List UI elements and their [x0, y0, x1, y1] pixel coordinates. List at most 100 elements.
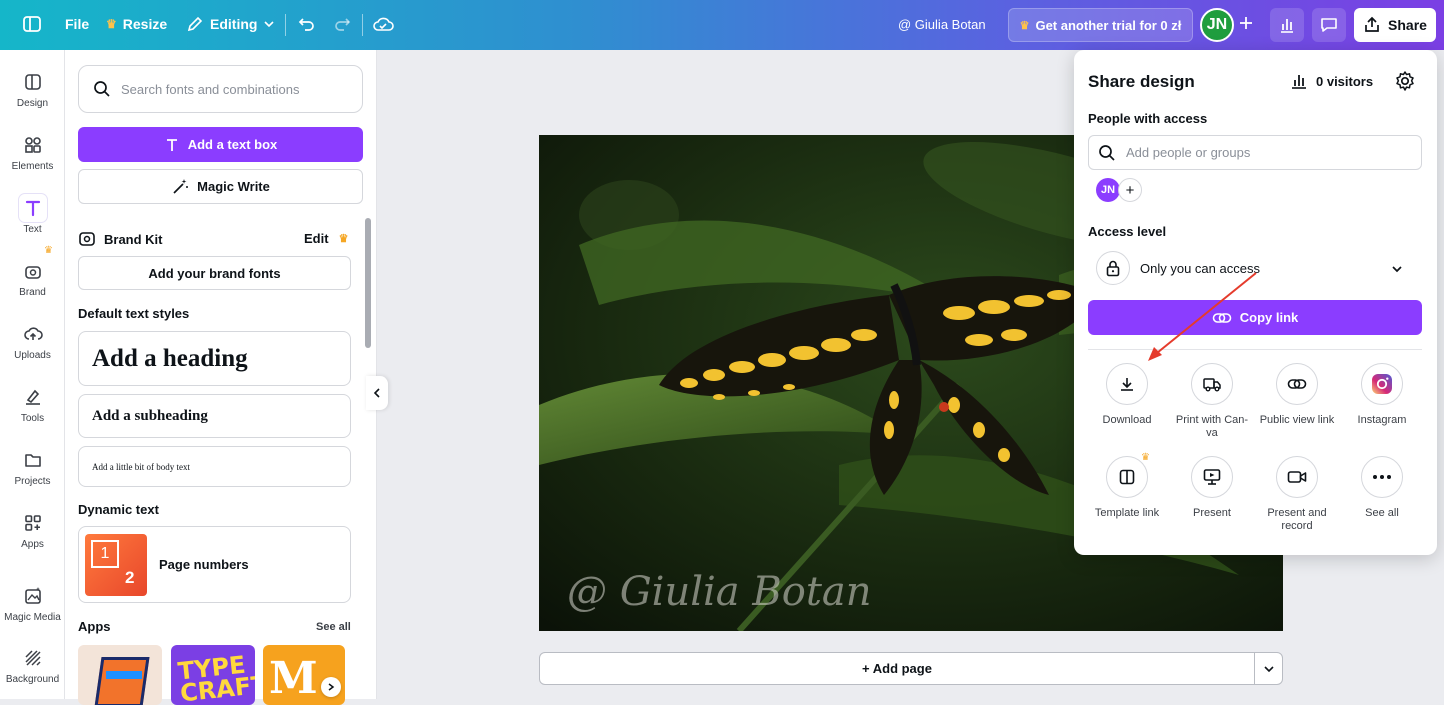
option-label: Instagram	[1357, 414, 1407, 426]
resize-button[interactable]: ♛ Resize	[106, 16, 167, 32]
option-label: Download	[1102, 414, 1152, 426]
crown-icon: ♛	[338, 233, 349, 245]
add-heading-button[interactable]: Add a heading	[78, 331, 351, 386]
page-numbers-button[interactable]: 1 2 Page numbers	[78, 526, 351, 603]
chevron-down-icon	[264, 21, 275, 28]
avatar[interactable]: JN	[1096, 178, 1120, 202]
add-subheading-button[interactable]: Add a subheading	[78, 394, 351, 438]
add-people-placeholder: Add people or groups	[1126, 145, 1251, 160]
rail-item-tools[interactable]: Tools	[0, 383, 65, 424]
cloud-saved-icon[interactable]	[372, 14, 394, 34]
text-panel: Search fonts and combinations Add a text…	[65, 50, 377, 705]
lock-icon	[1096, 251, 1130, 285]
rail-label: Elements	[11, 161, 54, 172]
chevron-down-icon	[1392, 266, 1402, 273]
chevron-right-icon[interactable]	[321, 677, 341, 697]
visitors-button[interactable]: 0 visitors	[1290, 72, 1373, 90]
search-icon	[1099, 144, 1115, 161]
visitors-label: 0 visitors	[1316, 73, 1374, 89]
default-styles-title: Default text styles	[78, 306, 190, 321]
public-view-link-option[interactable]: Public view link	[1255, 363, 1339, 427]
download-option[interactable]: Download	[1085, 363, 1169, 427]
background-pattern-icon	[19, 644, 47, 672]
get-trial-button[interactable]: ♛ Get another trial for 0 zł	[1008, 8, 1193, 42]
rail-item-brand[interactable]: ♛ Brand	[0, 245, 65, 298]
heading-label: Add a heading	[92, 344, 248, 372]
instagram-icon	[1361, 363, 1403, 405]
collapse-panel-button[interactable]	[366, 376, 388, 410]
pencil-icon	[187, 16, 203, 32]
print-option[interactable]: Print with Can- va	[1170, 363, 1254, 439]
search-input[interactable]: Search fonts and combinations	[78, 65, 363, 113]
add-body-text-button[interactable]: Add a little bit of body text	[78, 446, 351, 487]
panel-scrollbar[interactable]	[365, 218, 371, 348]
add-brand-fonts-label: Add your brand fonts	[148, 265, 281, 281]
add-person-icon[interactable]: +	[1118, 178, 1142, 202]
insights-button[interactable]	[1270, 8, 1304, 42]
add-page-button[interactable]: + Add page	[539, 652, 1255, 685]
see-all-option[interactable]: See all	[1340, 456, 1424, 520]
add-text-box-label: Add a text box	[187, 137, 278, 152]
search-icon	[94, 81, 110, 97]
text-icon	[166, 138, 177, 151]
undo-icon[interactable]	[297, 14, 317, 34]
file-label: File	[65, 16, 90, 32]
magic-media-icon	[19, 582, 47, 610]
option-label: Present	[1193, 507, 1231, 519]
present-option[interactable]: Present	[1170, 456, 1254, 520]
file-menu[interactable]: File	[65, 16, 89, 32]
watermark-text: @ Giulia Botan	[567, 569, 872, 615]
option-label: Public view link	[1259, 414, 1335, 426]
add-people-input[interactable]: Add people or groups	[1088, 135, 1422, 170]
app-thumbnail[interactable]: M	[263, 645, 345, 705]
magic-write-button[interactable]: Magic Write	[78, 169, 363, 204]
gear-icon[interactable]	[1394, 70, 1416, 97]
sidebar-toggle-icon[interactable]	[22, 14, 42, 34]
add-page-options-button[interactable]	[1254, 652, 1283, 685]
add-collaborator-icon[interactable]	[1238, 15, 1254, 31]
app-thumbnail[interactable]: TYPE CRAFT	[171, 645, 255, 705]
access-level-label: Access level	[1088, 224, 1167, 239]
layout-icon	[19, 68, 47, 96]
redo-icon[interactable]	[332, 14, 352, 34]
rail-label: Background	[5, 674, 60, 685]
rail-label: Brand	[19, 287, 46, 298]
editing-label: Editing	[210, 16, 258, 32]
rail-item-apps[interactable]: Apps	[0, 509, 65, 550]
rail-label: Uploads	[14, 350, 51, 361]
rail-item-design[interactable]: Design	[0, 68, 65, 109]
app-thumbnail[interactable]	[78, 645, 162, 705]
apps-see-all-link[interactable]: See all	[316, 621, 351, 633]
rail-item-uploads[interactable]: Uploads	[0, 320, 65, 361]
share-button[interactable]: Share	[1354, 8, 1436, 42]
rail-item-projects[interactable]: Projects	[0, 446, 65, 487]
comments-button[interactable]	[1312, 8, 1346, 42]
avatar[interactable]: JN	[1200, 8, 1234, 42]
present-icon	[1191, 456, 1233, 498]
rail-item-background[interactable]: Background	[0, 644, 65, 685]
add-text-box-button[interactable]: Add a text box	[78, 127, 363, 162]
editing-mode-dropdown[interactable]: Editing	[186, 15, 275, 33]
option-label: Template link	[1094, 507, 1160, 519]
template-icon: ♛	[1106, 452, 1150, 498]
crown-icon: ♛	[44, 245, 53, 256]
rail-item-magic-media[interactable]: Magic Media	[0, 582, 65, 623]
template-link-option[interactable]: ♛ Template link	[1085, 452, 1169, 520]
add-brand-fonts-button[interactable]: Add your brand fonts	[78, 256, 351, 290]
owner-label[interactable]: @ Giulia Botan	[898, 17, 986, 32]
instagram-option[interactable]: Instagram	[1340, 363, 1424, 427]
page-numbers-label: Page numbers	[159, 557, 249, 572]
upload-cloud-icon	[19, 320, 47, 348]
rail-item-elements[interactable]: Elements	[0, 131, 65, 172]
brand-kit-edit-button[interactable]: Edit ♛	[304, 231, 348, 246]
resize-label: Resize	[122, 16, 168, 32]
option-label: See all	[1365, 507, 1399, 519]
brand-kit-icon	[79, 232, 95, 246]
magic-wand-icon	[173, 178, 189, 194]
option-label: Present and record	[1267, 507, 1327, 532]
present-and-record-option[interactable]: Present and record	[1255, 456, 1339, 532]
rail-item-text[interactable]: Text	[0, 194, 65, 235]
crown-icon: ♛	[106, 17, 117, 31]
rail-label: Tools	[20, 413, 45, 424]
popup-title: Share design	[1088, 72, 1195, 91]
